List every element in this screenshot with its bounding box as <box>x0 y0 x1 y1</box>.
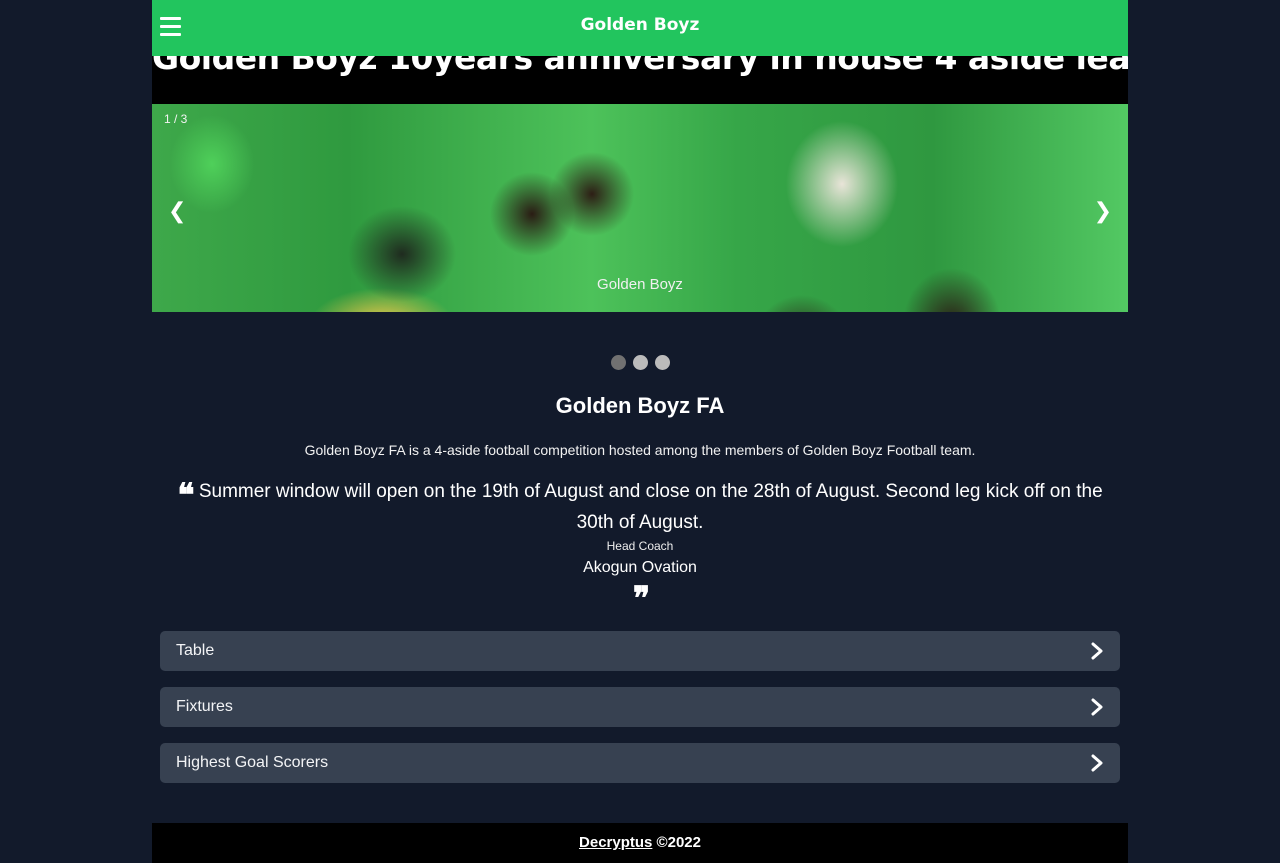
accordion-label: Highest Goal Scorers <box>176 754 329 771</box>
accordion-table[interactable]: Table <box>160 631 1120 671</box>
next-slide-button[interactable]: ❯ <box>1094 200 1112 222</box>
slide-dot-3[interactable] <box>654 355 670 370</box>
accordion-highest-goal-scorers[interactable]: Highest Goal Scorers <box>160 743 1120 783</box>
about-description: Golden Boyz FA is a 4-aside football com… <box>304 442 976 458</box>
image-slideshow: 1 / 3 ❮ ❯ Golden Boyz <box>152 104 1128 312</box>
quote-author-role: Head Coach <box>606 539 674 553</box>
slide-dot-1[interactable] <box>610 355 626 370</box>
open-quote-icon: ❝ <box>177 476 194 514</box>
slide-counter: 1 / 3 <box>164 112 188 126</box>
about-title: Golden Boyz FA <box>555 393 725 418</box>
footer-copyright: ©2022 <box>656 834 701 851</box>
site-brand[interactable]: Golden Boyz <box>152 15 1128 35</box>
prev-slide-button[interactable]: ❮ <box>168 200 186 222</box>
accordion-label: Table <box>176 642 215 659</box>
page-footer: Decryptus ©2022 <box>152 823 1128 863</box>
accordion-label: Fixtures <box>176 698 233 715</box>
coach-quote: ❝ Summer window will open on the 19th of… <box>172 478 1108 537</box>
footer-text: Decryptus ©2022 <box>152 834 1128 851</box>
slide-dot-2[interactable] <box>632 355 648 370</box>
close-quote-icon: ❞ <box>632 579 650 617</box>
footer-author-link[interactable]: Decryptus <box>579 834 652 851</box>
chevron-right-icon <box>1091 642 1103 660</box>
chevron-right-icon <box>1091 698 1103 716</box>
quote-author-name: Akogun Ovation <box>583 559 697 576</box>
page-container: Golden Boyz 10years anniversary in house… <box>152 0 1128 863</box>
quote-text: Summer window will open on the 19th of A… <box>198 481 1103 533</box>
top-navbar: Golden Boyz <box>152 0 1128 56</box>
slide-dots <box>152 355 1128 370</box>
chevron-right-icon <box>1091 754 1103 772</box>
accordion-fixtures[interactable]: Fixtures <box>160 687 1120 727</box>
slide-caption: Golden Boyz <box>597 276 683 293</box>
